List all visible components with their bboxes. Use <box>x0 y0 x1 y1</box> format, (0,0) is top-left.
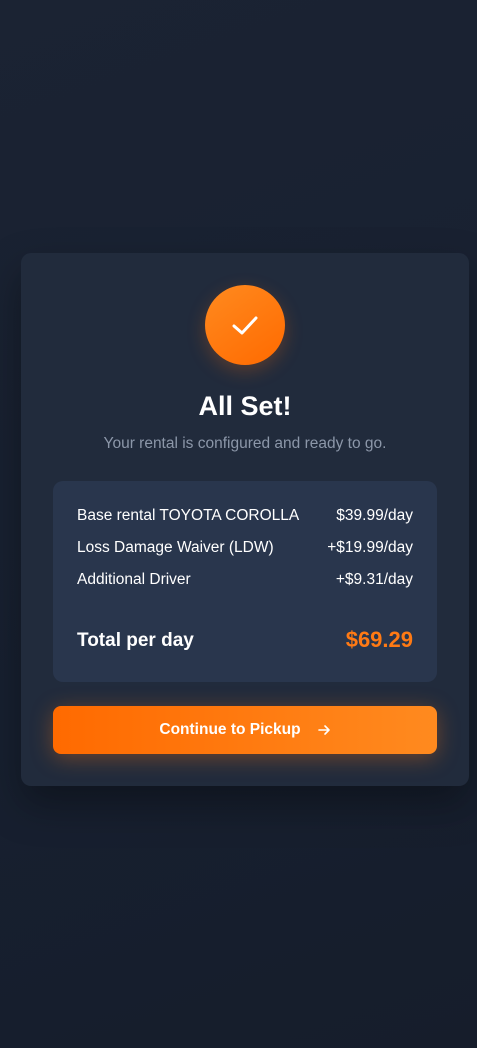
line-item-additional-driver: Additional Driver +$9.31/day <box>77 569 413 591</box>
line-item-price: +$19.99/day <box>327 539 413 556</box>
confirmation-card: All Set! Your rental is configured and r… <box>21 253 469 786</box>
line-item-label: Base rental TOYOTA COROLLA <box>77 507 300 524</box>
confirmation-subtitle: Your rental is configured and ready to g… <box>103 435 387 452</box>
checkmark-icon <box>232 316 258 335</box>
confirmation-title: All Set! <box>198 391 292 421</box>
total-label: Total per day <box>77 630 194 651</box>
arrow-right-icon <box>317 725 330 735</box>
line-item-label: Loss Damage Waiver (LDW) <box>77 539 274 556</box>
total-value: $69.29 <box>345 627 413 652</box>
line-item-price: $39.99/day <box>336 507 413 524</box>
line-item-base-rental: Base rental TOYOTA COROLLA $39.99/day <box>77 505 413 527</box>
line-item-ldw: Loss Damage Waiver (LDW) +$19.99/day <box>77 537 413 559</box>
line-item-label: Additional Driver <box>77 571 191 588</box>
continue-to-pickup-button[interactable]: Continue to Pickup <box>53 706 437 754</box>
continue-button-label: Continue to Pickup <box>159 721 301 738</box>
line-item-price: +$9.31/day <box>335 571 413 588</box>
price-summary: Base rental TOYOTA COROLLA $39.99/day Lo… <box>53 481 437 682</box>
success-badge <box>205 285 285 365</box>
